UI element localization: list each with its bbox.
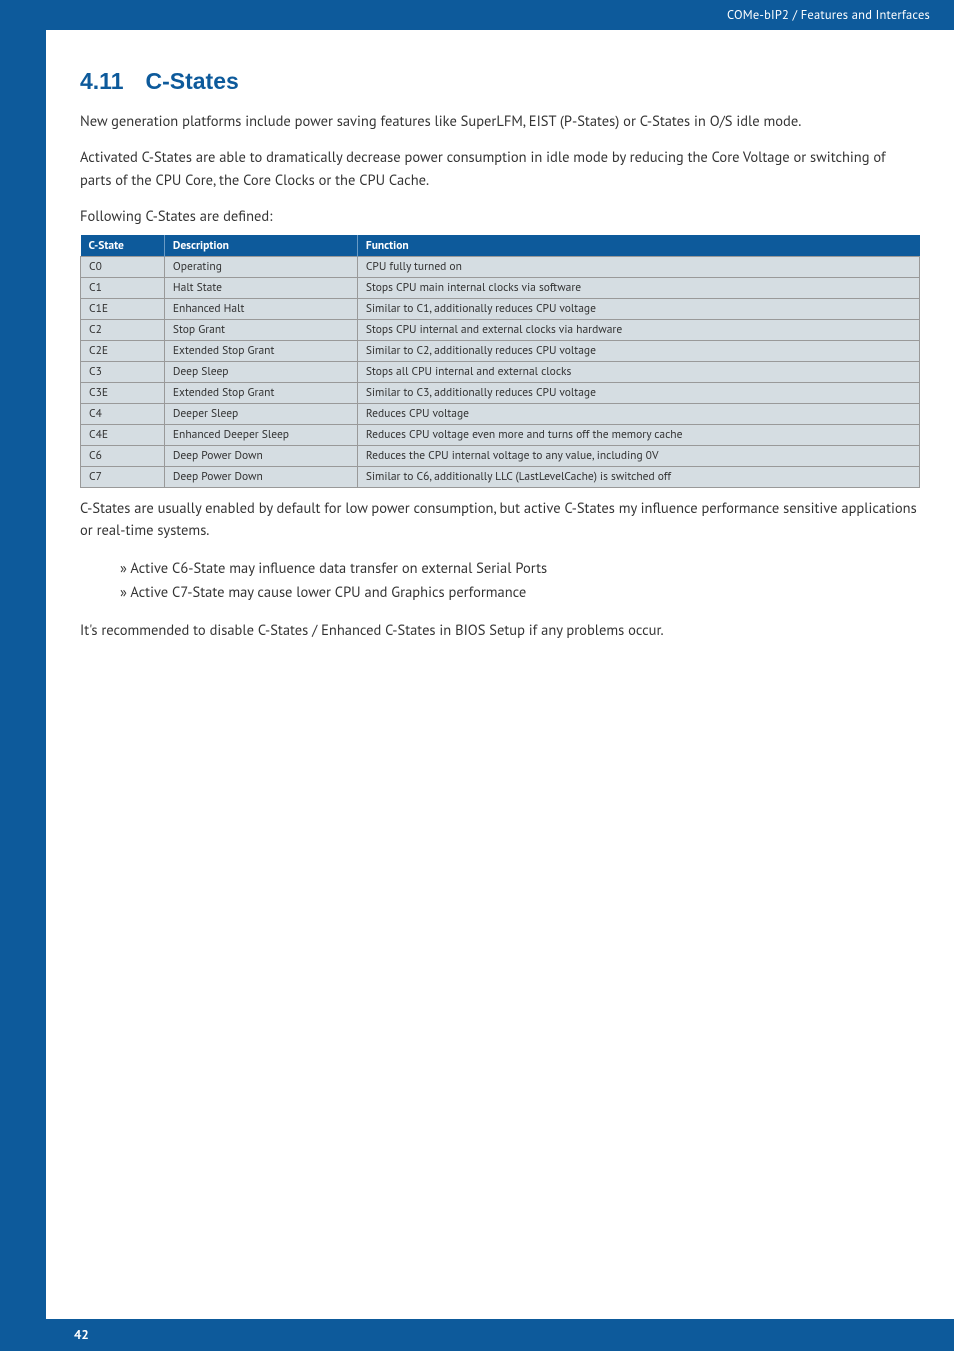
page: COMe-bIP2 / Features and Interfaces 4.11… <box>0 0 954 1351</box>
cell-description: Deep Sleep <box>164 361 357 382</box>
cell-description: Extended Stop Grant <box>164 382 357 403</box>
cell-cstate: C2 <box>81 319 165 340</box>
table-header-row: C-State Description Function <box>81 235 920 257</box>
table-row: C1EEnhanced HaltSimilar to C1, additiona… <box>81 298 920 319</box>
table-row: C2EExtended Stop GrantSimilar to C2, add… <box>81 340 920 361</box>
bullet-list: Active C6-State may influence data trans… <box>80 557 920 606</box>
cell-description: Deep Power Down <box>164 445 357 466</box>
cell-description: Extended Stop Grant <box>164 340 357 361</box>
section-number: 4.11 <box>80 68 124 94</box>
cell-cstate: C3 <box>81 361 165 382</box>
left-sidebar <box>0 0 46 1351</box>
cell-cstate: C1 <box>81 277 165 298</box>
intro-paragraph-1: New generation platforms include power s… <box>80 111 920 133</box>
cell-cstate: C2E <box>81 340 165 361</box>
section-title: C-States <box>146 68 239 94</box>
footer-bar: 42 <box>46 1319 954 1351</box>
cell-cstate: C7 <box>81 466 165 487</box>
cell-function: Similar to C1, additionally reduces CPU … <box>357 298 919 319</box>
table-row: C0OperatingCPU fully turned on <box>81 256 920 277</box>
list-item: Active C6-State may influence data trans… <box>120 557 920 582</box>
table-row: C7Deep Power DownSimilar to C6, addition… <box>81 466 920 487</box>
cell-description: Operating <box>164 256 357 277</box>
post-table-paragraph: C-States are usually enabled by default … <box>80 498 920 543</box>
cell-function: CPU fully turned on <box>357 256 919 277</box>
page-number: 42 <box>74 1326 89 1343</box>
cell-function: Similar to C2, additionally reduces CPU … <box>357 340 919 361</box>
recommendation-paragraph: It's recommended to disable C-States / E… <box>80 620 920 642</box>
table-lead-paragraph: Following C-States are defined: <box>80 206 920 228</box>
cell-cstate: C6 <box>81 445 165 466</box>
th-description: Description <box>164 235 357 257</box>
table-row: C3Deep SleepStops all CPU internal and e… <box>81 361 920 382</box>
cell-function: Reduces CPU voltage even more and turns … <box>357 424 919 445</box>
cell-description: Deep Power Down <box>164 466 357 487</box>
cell-function: Stops all CPU internal and external cloc… <box>357 361 919 382</box>
cell-cstate: C1E <box>81 298 165 319</box>
table-row: C4EEnhanced Deeper SleepReduces CPU volt… <box>81 424 920 445</box>
cell-description: Deeper Sleep <box>164 403 357 424</box>
cell-function: Reduces CPU voltage <box>357 403 919 424</box>
cell-function: Stops CPU main internal clocks via softw… <box>357 277 919 298</box>
cell-function: Similar to C6, additionally LLC (LastLev… <box>357 466 919 487</box>
table-row: C1Halt StateStops CPU main internal cloc… <box>81 277 920 298</box>
cell-description: Enhanced Deeper Sleep <box>164 424 357 445</box>
table-row: C4Deeper SleepReduces CPU voltage <box>81 403 920 424</box>
cell-cstate: C4E <box>81 424 165 445</box>
header-bar: COMe-bIP2 / Features and Interfaces <box>46 0 954 30</box>
cell-cstate: C0 <box>81 256 165 277</box>
cell-description: Halt State <box>164 277 357 298</box>
section-heading: 4.11 C-States <box>80 68 920 95</box>
content-area: 4.11 C-States New generation platforms in… <box>46 30 954 1319</box>
cell-function: Similar to C3, additionally reduces CPU … <box>357 382 919 403</box>
cell-function: Stops CPU internal and external clocks v… <box>357 319 919 340</box>
table-row: C6Deep Power DownReduces the CPU interna… <box>81 445 920 466</box>
cell-description: Stop Grant <box>164 319 357 340</box>
table-row: C2Stop GrantStops CPU internal and exter… <box>81 319 920 340</box>
cell-description: Enhanced Halt <box>164 298 357 319</box>
th-function: Function <box>357 235 919 257</box>
cstates-table: C-State Description Function C0Operating… <box>80 235 920 488</box>
cell-cstate: C4 <box>81 403 165 424</box>
cell-function: Reduces the CPU internal voltage to any … <box>357 445 919 466</box>
list-item: Active C7-State may cause lower CPU and … <box>120 581 920 606</box>
intro-paragraph-2: Activated C-States are able to dramatica… <box>80 147 920 192</box>
table-row: C3EExtended Stop GrantSimilar to C3, add… <box>81 382 920 403</box>
breadcrumb: COMe-bIP2 / Features and Interfaces <box>727 7 930 23</box>
th-cstate: C-State <box>81 235 165 257</box>
cell-cstate: C3E <box>81 382 165 403</box>
